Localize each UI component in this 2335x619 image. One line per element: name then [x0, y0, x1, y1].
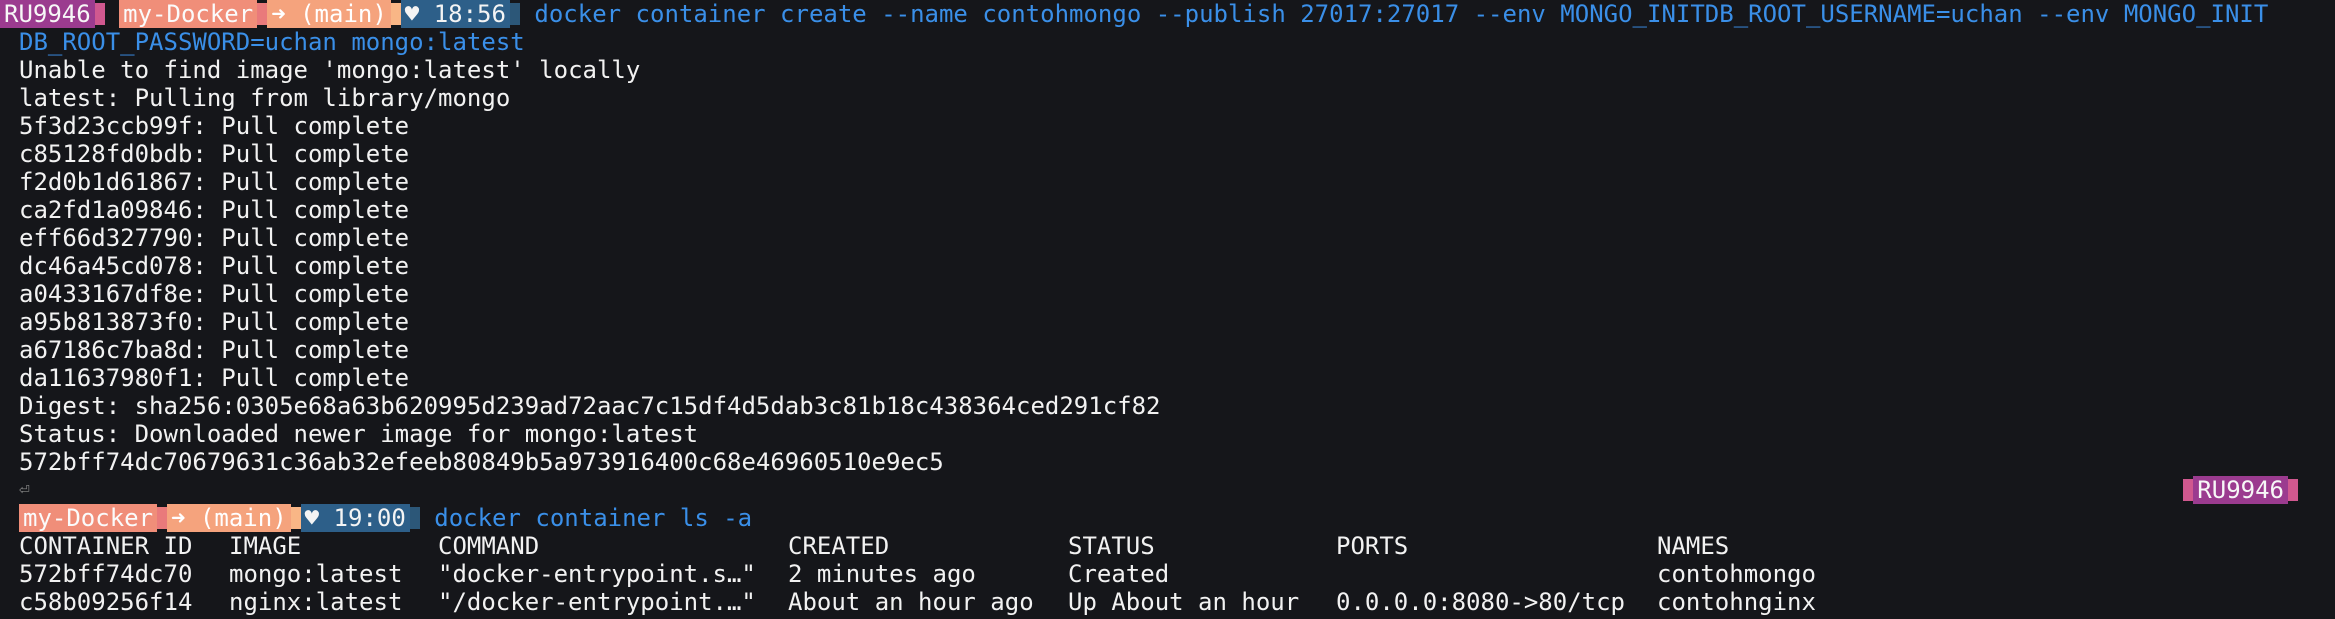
command-text-wrap: DB_ROOT_PASSWORD=uchan mongo:latest — [19, 28, 525, 56]
output-line: dc46a45cd078: Pull complete — [19, 252, 410, 280]
return-icon: ⏎ — [19, 479, 30, 500]
table-cell: Up About an hour — [1068, 588, 1300, 616]
column-header: IMAGE — [229, 532, 302, 560]
table-cell: c58b09256f14 — [19, 588, 193, 616]
output-line: a0433167df8e: Pull complete — [19, 280, 410, 308]
table-cell: 0.0.0.0:8080->80/tcp — [1336, 588, 1625, 616]
time-segment: ♥ 18:56 — [400, 0, 510, 28]
command-text: docker container create --name contohmon… — [534, 0, 2269, 28]
git-branch-segment: ➜ (main) — [167, 504, 291, 532]
command-text: docker container ls -a — [434, 504, 753, 532]
table-cell: contohmongo — [1657, 560, 1816, 588]
output-line: Status: Downloaded newer image for mongo… — [19, 420, 699, 448]
hostname-segment: RU9946 — [0, 0, 95, 28]
output-line: 5f3d23ccb99f: Pull complete — [19, 112, 410, 140]
table-cell: 2 minutes ago — [788, 560, 976, 588]
output-line: c85128fd0bdb: Pull complete — [19, 140, 410, 168]
output-line: eff66d327790: Pull complete — [19, 224, 410, 252]
table-cell: contohnginx — [1657, 588, 1816, 616]
segment-separator-icon — [290, 507, 301, 529]
segment-separator-icon — [409, 507, 420, 529]
time-segment: ♥ 19:00 — [300, 504, 410, 532]
segment-separator-icon — [390, 3, 401, 25]
prompt-line-1: RU9946 my-Docker ➜ (main) ♥ 18:56 docker c… — [0, 0, 2335, 28]
output-line: Digest: sha256:0305e68a63b620995d239ad72… — [19, 392, 1161, 420]
output-line: latest: Pulling from library/mongo — [19, 84, 511, 112]
output-line: a67186c7ba8d: Pull complete — [19, 336, 410, 364]
column-header: CONTAINER ID — [19, 532, 193, 560]
segment-separator-icon — [157, 507, 168, 529]
terminal-window[interactable]: RU9946 my-Docker ➜ (main) ♥ 18:56 docker c… — [0, 0, 2335, 619]
table-row: 572bff74dc70 mongo:latest "docker-entrypoi… — [19, 560, 1816, 588]
output-line: f2d0b1d61867: Pull complete — [19, 168, 410, 196]
output-line: da11637980f1: Pull complete — [19, 364, 410, 392]
column-header: NAMES — [1657, 532, 1730, 560]
table-cell: "docker-entrypoint.s…" — [438, 560, 756, 588]
segment-separator-icon — [94, 3, 105, 25]
column-header: CREATED — [788, 532, 890, 560]
table-cell: About an hour ago — [788, 588, 1034, 616]
git-branch-segment: ➜ (main) — [267, 0, 391, 28]
output-line: Unable to find image 'mongo:latest' loca… — [19, 56, 641, 84]
segment-separator-icon — [509, 3, 520, 25]
prompt-line-2: my-Docker ➜ (main) ♥ 19:00 docker containe… — [19, 504, 2335, 532]
segment-separator-icon — [257, 3, 268, 25]
table-row: c58b09256f14 nginx:latest "/docker-entrypo… — [19, 588, 1816, 616]
segment-separator-icon — [2288, 479, 2298, 501]
table-header: CONTAINER ID IMAGE COMMAND CREATED STATUS POR… — [19, 532, 1816, 560]
column-header: COMMAND — [438, 532, 540, 560]
output-line: a95b813873f0: Pull complete — [19, 308, 410, 336]
table-cell: mongo:latest — [229, 560, 403, 588]
hostname-segment: RU9946 — [2193, 476, 2288, 504]
column-header: STATUS — [1068, 532, 1155, 560]
right-prompt: RU9946 — [2183, 476, 2298, 504]
column-header: PORTS — [1336, 532, 1409, 560]
command-output: Unable to find image 'mongo:latest' loca… — [19, 56, 2335, 504]
output-line: 572bff74dc70679631c36ab32efeeb80849b5a97… — [19, 448, 944, 476]
table-cell: Created — [1068, 560, 1170, 588]
table-cell: "/docker-entrypoint.…" — [438, 588, 756, 616]
container-list-table: CONTAINER ID IMAGE COMMAND CREATED STATUS POR… — [19, 532, 1816, 616]
output-line: ca2fd1a09846: Pull complete — [19, 196, 410, 224]
table-cell: 572bff74dc70 — [19, 560, 193, 588]
table-cell: nginx:latest — [229, 588, 403, 616]
segment-separator-icon — [2183, 479, 2194, 501]
directory-segment: my-Docker — [119, 0, 258, 28]
directory-segment: my-Docker — [19, 504, 158, 532]
